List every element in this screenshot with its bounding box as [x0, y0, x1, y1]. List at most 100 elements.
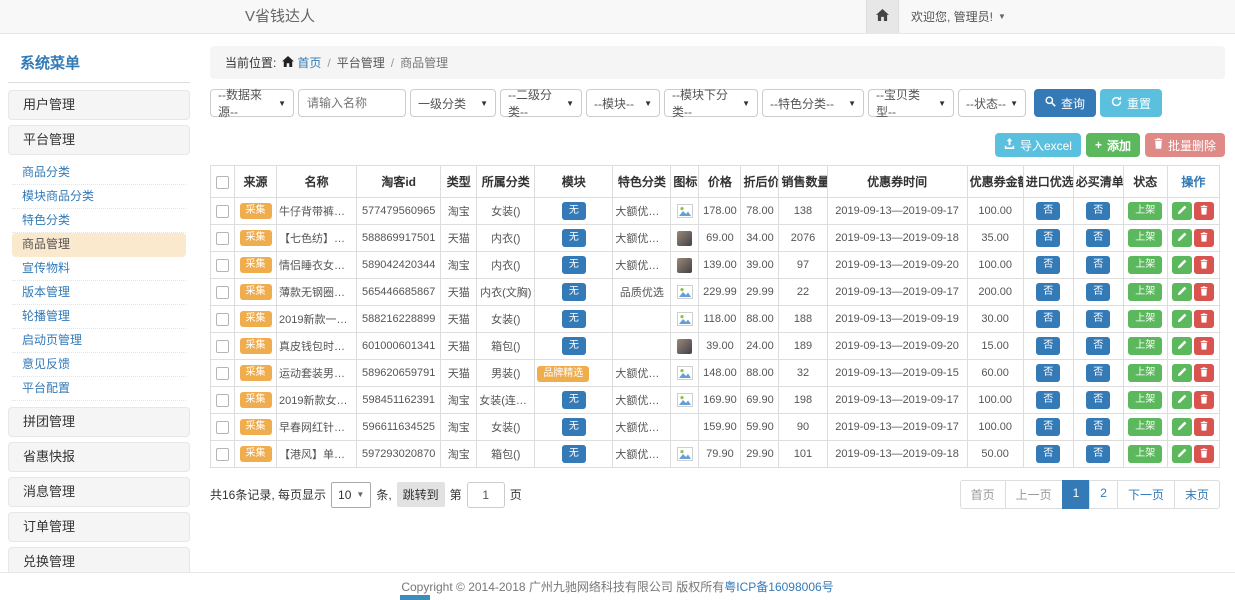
search-button[interactable]: 查询: [1034, 89, 1096, 117]
row-checkbox[interactable]: [216, 421, 229, 434]
import-select-toggle[interactable]: 否: [1036, 310, 1060, 328]
edit-button[interactable]: [1172, 337, 1192, 355]
sidebar-subitem-1[interactable]: 模块商品分类: [12, 185, 186, 209]
next-page-button[interactable]: 下一页: [1117, 480, 1175, 509]
row-checkbox[interactable]: [216, 313, 229, 326]
batch-delete-button[interactable]: 批量删除: [1145, 133, 1225, 157]
sidebar-item-0[interactable]: 用户管理: [8, 90, 190, 120]
module-select[interactable]: --模块--▼: [586, 89, 660, 117]
edit-button[interactable]: [1172, 445, 1192, 463]
status-badge[interactable]: 上架: [1128, 310, 1162, 328]
import-select-toggle[interactable]: 否: [1036, 337, 1060, 355]
must-buy-toggle[interactable]: 否: [1086, 202, 1110, 220]
data-source-select[interactable]: --数据来源--▼: [210, 89, 294, 117]
edit-button[interactable]: [1172, 283, 1192, 301]
status-badge[interactable]: 上架: [1128, 337, 1162, 355]
home-button[interactable]: [866, 0, 899, 33]
must-buy-toggle[interactable]: 否: [1086, 256, 1110, 274]
row-checkbox[interactable]: [216, 205, 229, 218]
reset-button[interactable]: 重置: [1100, 89, 1162, 117]
import-select-toggle[interactable]: 否: [1036, 202, 1060, 220]
status-badge[interactable]: 上架: [1128, 445, 1162, 463]
row-checkbox[interactable]: [216, 232, 229, 245]
edit-button[interactable]: [1172, 418, 1192, 436]
sidebar-subitem-3[interactable]: 商品管理: [12, 233, 186, 257]
sidebar-item-2[interactable]: 拼团管理: [8, 407, 190, 437]
must-buy-toggle[interactable]: 否: [1086, 337, 1110, 355]
status-badge[interactable]: 上架: [1128, 229, 1162, 247]
sidebar-item-1[interactable]: 平台管理: [8, 125, 190, 155]
edit-button[interactable]: [1172, 229, 1192, 247]
name-input[interactable]: [298, 89, 406, 117]
page-size-select[interactable]: 10 ▼: [331, 482, 371, 508]
import-select-toggle[interactable]: 否: [1036, 256, 1060, 274]
import-select-toggle[interactable]: 否: [1036, 418, 1060, 436]
add-button[interactable]: + 添加: [1086, 133, 1140, 157]
delete-button[interactable]: [1194, 337, 1214, 355]
feature-category-select[interactable]: --特色分类--▼: [762, 89, 864, 117]
delete-button[interactable]: [1194, 418, 1214, 436]
edit-button[interactable]: [1172, 256, 1192, 274]
sidebar-subitem-5[interactable]: 版本管理: [12, 281, 186, 305]
delete-button[interactable]: [1194, 229, 1214, 247]
import-select-toggle[interactable]: 否: [1036, 391, 1060, 409]
sidebar-subitem-4[interactable]: 宣传物料: [12, 257, 186, 281]
status-badge[interactable]: 上架: [1128, 256, 1162, 274]
row-checkbox[interactable]: [216, 367, 229, 380]
import-excel-button[interactable]: 导入excel: [995, 133, 1081, 157]
page-number-1[interactable]: 1: [1062, 480, 1091, 509]
import-select-toggle[interactable]: 否: [1036, 364, 1060, 382]
last-page-button[interactable]: 末页: [1174, 480, 1220, 509]
status-select[interactable]: --状态--▼: [958, 89, 1026, 117]
status-badge[interactable]: 上架: [1128, 391, 1162, 409]
select-all-checkbox[interactable]: [216, 176, 229, 189]
must-buy-toggle[interactable]: 否: [1086, 391, 1110, 409]
delete-button[interactable]: [1194, 445, 1214, 463]
import-select-toggle[interactable]: 否: [1036, 283, 1060, 301]
sidebar-subitem-2[interactable]: 特色分类: [12, 209, 186, 233]
item-type-select[interactable]: --宝贝类型--▼: [868, 89, 954, 117]
status-badge[interactable]: 上架: [1128, 364, 1162, 382]
row-checkbox[interactable]: [216, 448, 229, 461]
sidebar-item-5[interactable]: 订单管理: [8, 512, 190, 542]
user-menu[interactable]: 欢迎您, 管理员! ▼: [899, 8, 1018, 25]
must-buy-toggle[interactable]: 否: [1086, 229, 1110, 247]
page-number-2[interactable]: 2: [1089, 480, 1118, 509]
edit-button[interactable]: [1172, 310, 1192, 328]
edit-button[interactable]: [1172, 202, 1192, 220]
delete-button[interactable]: [1194, 391, 1214, 409]
level1-category-select[interactable]: 一级分类▼: [410, 89, 496, 117]
row-checkbox[interactable]: [216, 394, 229, 407]
delete-button[interactable]: [1194, 283, 1214, 301]
prev-page-button[interactable]: 上一页: [1005, 480, 1063, 509]
delete-button[interactable]: [1194, 256, 1214, 274]
row-checkbox[interactable]: [216, 340, 229, 353]
delete-button[interactable]: [1194, 202, 1214, 220]
sidebar-subitem-9[interactable]: 平台配置: [12, 377, 186, 401]
status-badge[interactable]: 上架: [1128, 418, 1162, 436]
import-select-toggle[interactable]: 否: [1036, 229, 1060, 247]
delete-button[interactable]: [1194, 364, 1214, 382]
sidebar-item-3[interactable]: 省惠快报: [8, 442, 190, 472]
module-subcategory-select[interactable]: --模块下分类--▼: [664, 89, 758, 117]
must-buy-toggle[interactable]: 否: [1086, 364, 1110, 382]
must-buy-toggle[interactable]: 否: [1086, 418, 1110, 436]
row-checkbox[interactable]: [216, 286, 229, 299]
icp-link[interactable]: 粤ICP备16098006号: [724, 578, 833, 595]
breadcrumb-home-link[interactable]: 首页: [282, 54, 321, 71]
sidebar-item-4[interactable]: 消息管理: [8, 477, 190, 507]
must-buy-toggle[interactable]: 否: [1086, 310, 1110, 328]
first-page-button[interactable]: 首页: [960, 480, 1006, 509]
sidebar-subitem-8[interactable]: 意见反馈: [12, 353, 186, 377]
import-select-toggle[interactable]: 否: [1036, 445, 1060, 463]
jump-page-input[interactable]: [467, 482, 505, 508]
sidebar-subitem-7[interactable]: 启动页管理: [12, 329, 186, 353]
must-buy-toggle[interactable]: 否: [1086, 283, 1110, 301]
sidebar-subitem-6[interactable]: 轮播管理: [12, 305, 186, 329]
status-badge[interactable]: 上架: [1128, 283, 1162, 301]
jump-to-button[interactable]: 跳转到: [397, 482, 445, 507]
edit-button[interactable]: [1172, 391, 1192, 409]
must-buy-toggle[interactable]: 否: [1086, 445, 1110, 463]
sidebar-subitem-0[interactable]: 商品分类: [12, 161, 186, 185]
status-badge[interactable]: 上架: [1128, 202, 1162, 220]
